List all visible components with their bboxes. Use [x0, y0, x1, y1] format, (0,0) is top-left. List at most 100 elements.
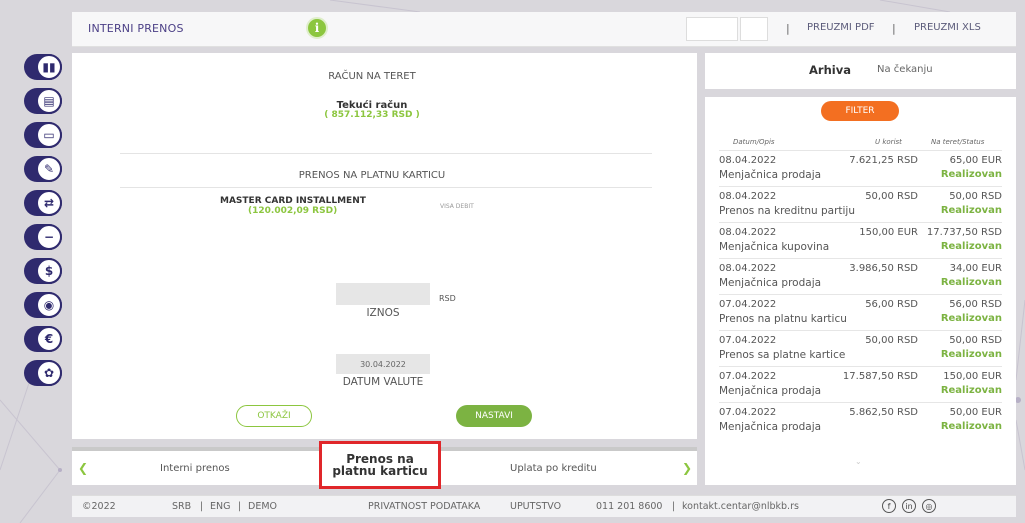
sidebar-item-transfers[interactable]: ⇄: [24, 190, 62, 216]
tx-description: Menjačnica prodaja: [719, 421, 822, 433]
instructions-link[interactable]: UPUTSTVO: [510, 501, 561, 512]
footer-email[interactable]: kontakt.centar@nlbkb.rs: [682, 501, 799, 512]
tx-credit: 150,00 EUR: [859, 227, 918, 238]
transaction-row[interactable]: 08.04.2022 150,00 EUR 17.737,50 RSD Menj…: [719, 222, 1002, 258]
tx-debit: 50,00 RSD: [949, 191, 1002, 202]
page-title: INTERNI PRENOS: [88, 22, 184, 35]
tx-description: Menjačnica kupovina: [719, 241, 830, 253]
tx-status: Realizovan: [940, 205, 1002, 216]
transfer-type-carousel: ❮ Interni prenos Prenos na platnu kartic…: [72, 441, 697, 489]
tx-debit: 56,00 RSD: [949, 299, 1002, 310]
continue-button[interactable]: NASTAVI: [456, 405, 532, 427]
info-icon-glyph: i: [314, 21, 320, 35]
tab-archive[interactable]: Arhiva: [809, 63, 851, 77]
transaction-row[interactable]: 07.04.2022 17.587,50 RSD 150,00 EUR Menj…: [719, 366, 1002, 402]
tx-status: Realizovan: [940, 169, 1002, 180]
sidebar-item-payments[interactable]: ✎: [24, 156, 62, 182]
sidebar-item-accounts[interactable]: ▮▮: [24, 54, 62, 80]
column-date: Datum/Opis: [733, 138, 775, 146]
tx-description: Prenos na kreditnu partiju: [719, 205, 856, 217]
tx-debit: 50,00 EUR: [949, 407, 1002, 418]
download-xls-link[interactable]: PREUZMI XLS: [914, 22, 981, 33]
lang-eng-link[interactable]: ENG: [210, 501, 230, 512]
tx-date: 07.04.2022: [719, 371, 777, 382]
sidebar-item-exchange[interactable]: €: [24, 326, 62, 352]
sidebar-item-card-payments[interactable]: −: [24, 224, 62, 250]
card-name[interactable]: MASTER CARD INSTALLMENT: [220, 196, 366, 206]
column-debit: Na teret/Status: [931, 138, 985, 146]
bar-chart-icon: ▮▮: [36, 54, 62, 80]
carousel-item-loan[interactable]: Uplata po kreditu: [510, 463, 597, 474]
tx-credit: 3.986,50 RSD: [849, 263, 918, 274]
settings-icon: ✿: [36, 360, 62, 386]
demo-link[interactable]: DEMO: [248, 501, 277, 512]
transfer-heading: PRENOS NA PLATNU KARTICU: [298, 170, 446, 181]
tx-credit: 5.862,50 RSD: [849, 407, 918, 418]
chevron-left-icon[interactable]: ❮: [76, 459, 90, 477]
transaction-row[interactable]: 08.04.2022 3.986,50 RSD 34,00 EUR Menjač…: [719, 258, 1002, 294]
debit-account-heading: RAČUN NA TERET: [328, 71, 416, 82]
divider: [120, 187, 652, 188]
tx-status: Realizovan: [940, 313, 1002, 324]
tx-status: Realizovan: [940, 349, 1002, 360]
toolbar-separator: |: [786, 22, 790, 35]
instagram-icon[interactable]: ◎: [922, 499, 936, 513]
transaction-row[interactable]: 07.04.2022 5.862,50 RSD 50,00 EUR Menjač…: [719, 402, 1002, 438]
transaction-row[interactable]: 08.04.2022 50,00 RSD 50,00 RSD Prenos na…: [719, 186, 1002, 222]
tx-date: 08.04.2022: [719, 263, 777, 274]
minus-card-icon: −: [36, 224, 62, 250]
footer-sep: |: [200, 501, 204, 512]
sidebar-item-cards[interactable]: ▭: [24, 122, 62, 148]
feather-icon: ✎: [36, 156, 62, 182]
debit-account-balance: ( 857.112,33 RSD ): [324, 110, 420, 120]
amount-input[interactable]: [336, 283, 430, 305]
transaction-row[interactable]: 07.04.2022 56,00 RSD 56,00 RSD Prenos na…: [719, 294, 1002, 330]
tx-date: 08.04.2022: [719, 191, 777, 202]
tx-debit: 65,00 EUR: [949, 155, 1002, 166]
footer-copyright: ©2022: [82, 501, 116, 512]
tx-description: Prenos na platnu karticu: [719, 313, 847, 325]
tx-debit: 150,00 EUR: [943, 371, 1002, 382]
card-balance: (120.002,09 RSD): [248, 206, 338, 216]
tx-debit: 34,00 EUR: [949, 263, 1002, 274]
sidebar-item-loans[interactable]: $: [24, 258, 62, 284]
chevron-right-icon[interactable]: ❯: [680, 459, 694, 477]
card-dropdown[interactable]: VISA DEBIT: [440, 203, 474, 210]
info-icon[interactable]: i: [306, 17, 328, 39]
tx-description: Menjačnica prodaja: [719, 277, 822, 289]
footer-phone: 011 201 8600: [596, 501, 663, 512]
tx-credit: 50,00 RSD: [865, 335, 918, 346]
euro-icon: €: [36, 326, 62, 352]
tx-description: Menjačnica prodaja: [719, 169, 822, 181]
tx-credit: 56,00 RSD: [865, 299, 918, 310]
scroll-down-icon[interactable]: ⌄: [855, 457, 862, 466]
currency-label: RSD: [439, 294, 456, 303]
tab-pending[interactable]: Na čekanju: [877, 64, 933, 75]
tx-date: 08.04.2022: [719, 227, 777, 238]
toolbar-separator: |: [892, 22, 896, 35]
location-icon: ◉: [36, 292, 62, 318]
footer: ©2022 SRB | ENG | DEMO PRIVATNOST PODATA…: [72, 495, 1016, 517]
transaction-row[interactable]: 08.04.2022 7.621,25 RSD 65,00 EUR Menjač…: [719, 150, 1002, 186]
toolbar-input-2[interactable]: [740, 17, 768, 41]
value-date-input[interactable]: 30.04.2022: [336, 354, 430, 374]
filter-button[interactable]: FILTER: [821, 101, 899, 121]
tx-debit: 50,00 RSD: [949, 335, 1002, 346]
carousel-item-internal[interactable]: Interni prenos: [160, 463, 230, 474]
sidebar-item-settings[interactable]: ✿: [24, 360, 62, 386]
lang-srb-link[interactable]: SRB: [172, 501, 191, 512]
transfer-icon: ⇄: [36, 190, 62, 216]
transaction-row[interactable]: 07.04.2022 50,00 RSD 50,00 RSD Prenos sa…: [719, 330, 1002, 366]
sidebar-item-documents[interactable]: ▤: [24, 88, 62, 114]
toolbar-input-1[interactable]: [686, 17, 738, 41]
privacy-link[interactable]: PRIVATNOST PODATAKA: [368, 501, 480, 512]
tx-date: 07.04.2022: [719, 407, 777, 418]
sidebar-item-locations[interactable]: ◉: [24, 292, 62, 318]
carousel-item-active[interactable]: Prenos na platnu karticu: [319, 441, 441, 489]
download-pdf-link[interactable]: PREUZMI PDF: [807, 22, 875, 33]
tx-debit: 17.737,50 RSD: [926, 227, 1002, 238]
linkedin-icon[interactable]: in: [902, 499, 916, 513]
cancel-button[interactable]: OTKAŽI: [236, 405, 312, 427]
tx-credit: 50,00 RSD: [865, 191, 918, 202]
facebook-icon[interactable]: f: [882, 499, 896, 513]
